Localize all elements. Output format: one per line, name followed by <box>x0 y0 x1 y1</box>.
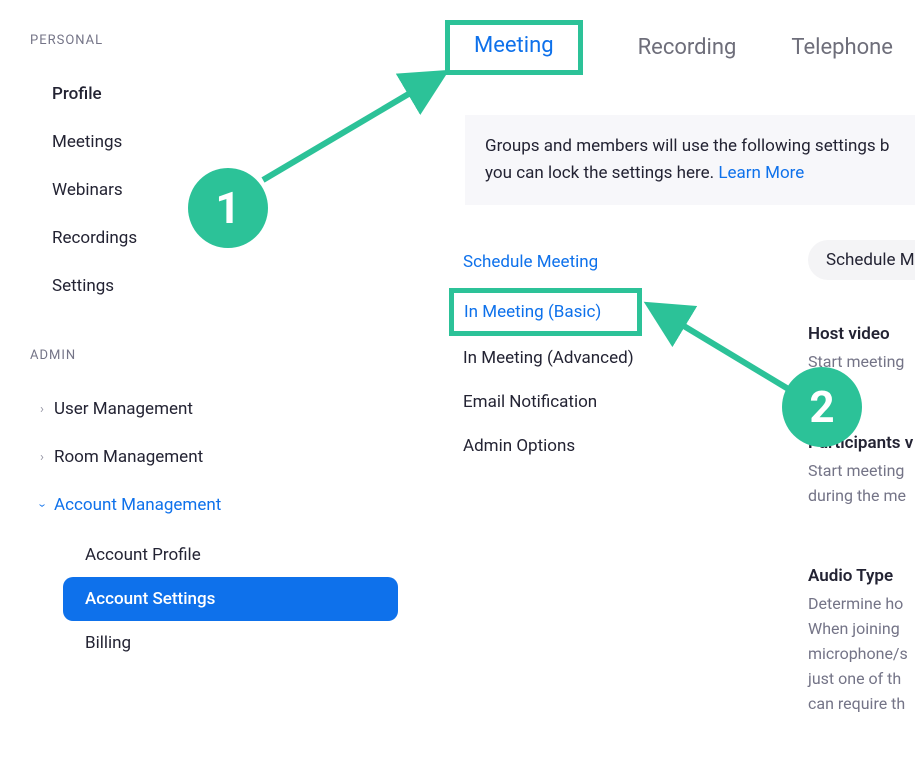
sidebar-item-label: Account Management <box>54 495 221 515</box>
main-content: Meeting Recording Telephone <box>445 20 915 75</box>
chevron-right-icon: › <box>30 402 54 417</box>
settings-tabs: Meeting Recording Telephone <box>445 20 915 75</box>
annotation-step-2: 2 <box>782 367 862 447</box>
settings-detail: Schedule Me Host video Start meeting Par… <box>808 240 915 716</box>
sidebar-item-room-management[interactable]: › Room Management <box>30 433 385 481</box>
sidebar: PERSONAL Profile Meetings Webinars Recor… <box>0 0 415 765</box>
subnav-email-notification[interactable]: Email Notification <box>463 380 642 424</box>
tab-recording[interactable]: Recording <box>638 25 737 70</box>
subnav-in-meeting-basic[interactable]: In Meeting (Basic) <box>464 302 601 322</box>
chevron-down-icon: › <box>35 493 50 517</box>
sidebar-item-settings[interactable]: Settings <box>30 262 385 310</box>
subnav-schedule-meeting[interactable]: Schedule Meeting <box>463 240 642 284</box>
settings-subnav: Schedule Meeting In Meeting (Basic) In M… <box>463 240 642 468</box>
sidebar-item-meetings[interactable]: Meetings <box>30 118 385 166</box>
account-management-subitems: Account Profile Account Settings Billing <box>30 533 385 665</box>
section-pill-schedule-meeting: Schedule Me <box>808 240 915 280</box>
learn-more-link[interactable]: Learn More <box>718 163 804 183</box>
sidebar-subitem-billing[interactable]: Billing <box>63 621 385 665</box>
banner-text-line1: Groups and members will use the followin… <box>485 136 889 156</box>
setting-desc: Determine hoWhen joiningmicrophone/sjust… <box>808 592 915 716</box>
setting-title: Audio Type <box>808 566 915 586</box>
sidebar-item-user-management[interactable]: › User Management <box>30 385 385 433</box>
sidebar-header-personal: PERSONAL <box>30 33 385 48</box>
sidebar-item-profile[interactable]: Profile <box>30 70 385 118</box>
setting-title: Host video <box>808 324 915 344</box>
setting-audio-type: Audio Type Determine hoWhen joiningmicro… <box>808 566 915 716</box>
sidebar-header-admin: ADMIN <box>30 348 385 363</box>
info-banner: Groups and members will use the followin… <box>465 115 915 205</box>
setting-desc: Start meetingduring the me <box>808 459 915 509</box>
tab-meeting[interactable]: Meeting <box>474 23 554 68</box>
sidebar-item-label: User Management <box>54 399 193 419</box>
sidebar-subitem-account-settings[interactable]: Account Settings <box>63 577 398 621</box>
sidebar-subitem-account-profile[interactable]: Account Profile <box>63 533 385 577</box>
chevron-right-icon: › <box>30 450 54 465</box>
banner-text-line2: you can lock the settings here. <box>485 163 718 183</box>
annotation-number: 2 <box>809 381 834 433</box>
annotation-step-1: 1 <box>188 168 268 248</box>
annotation-number: 1 <box>215 182 240 234</box>
annotation-highlight-box-1: Meeting <box>445 20 583 75</box>
sidebar-item-label: Room Management <box>54 447 203 467</box>
subnav-admin-options[interactable]: Admin Options <box>463 424 642 468</box>
tab-telephone[interactable]: Telephone <box>791 25 893 70</box>
annotation-highlight-box-2: In Meeting (Basic) <box>449 288 642 336</box>
subnav-in-meeting-advanced[interactable]: In Meeting (Advanced) <box>463 336 642 380</box>
sidebar-item-account-management[interactable]: › Account Management <box>30 481 385 529</box>
